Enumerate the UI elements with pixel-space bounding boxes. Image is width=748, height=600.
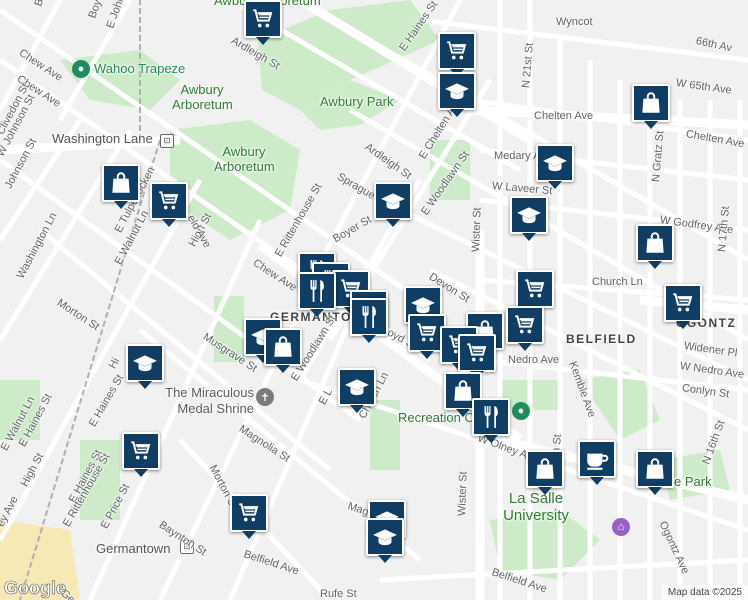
awbury-arboretum-label-2: Awbury Arboretum bbox=[172, 82, 233, 112]
germantown-station-label: Germantown bbox=[96, 541, 171, 556]
coffee-icon bbox=[584, 446, 610, 472]
marker-shopping-cart-icon[interactable] bbox=[150, 182, 188, 227]
marker-shopping-cart-icon[interactable] bbox=[458, 334, 496, 379]
marker-shopping-bag-icon[interactable] bbox=[102, 164, 140, 209]
la-salle-pin-icon[interactable]: ⌂ bbox=[612, 518, 630, 536]
marker-school-icon[interactable] bbox=[126, 344, 164, 389]
wahoo-trapeze-pin-icon[interactable]: ● bbox=[72, 60, 90, 78]
restaurant-icon bbox=[356, 304, 382, 330]
restaurant-icon bbox=[304, 278, 330, 304]
shopping-cart-icon bbox=[128, 438, 154, 464]
awbury-arboretum-label-3: Awbury Arboretum bbox=[214, 144, 275, 174]
marker-school-icon[interactable] bbox=[374, 182, 412, 227]
shopping-bag-icon bbox=[642, 456, 668, 482]
map-attribution[interactable]: Map data ©2025 bbox=[661, 585, 748, 600]
shopping-cart-icon bbox=[236, 500, 262, 526]
marker-shopping-cart-icon[interactable] bbox=[506, 306, 544, 351]
shopping-cart-icon bbox=[464, 340, 490, 366]
map-canvas[interactable]: ⊡ ⊡ ● ✝ ● ⌂ Awbury Arboretum Wahoo Trape… bbox=[0, 0, 748, 600]
marker-shopping-cart-icon[interactable] bbox=[230, 494, 268, 539]
shopping-bag-icon bbox=[532, 456, 558, 482]
park-partial-label: e Park bbox=[674, 474, 712, 489]
train-station-icon[interactable]: ⊡ bbox=[160, 134, 174, 148]
marker-shopping-bag-icon[interactable] bbox=[264, 328, 302, 373]
shopping-cart-icon bbox=[512, 312, 538, 338]
marker-shopping-bag-icon[interactable] bbox=[636, 224, 674, 269]
street-label: Wister St bbox=[456, 471, 470, 517]
park-area bbox=[60, 50, 180, 110]
marker-shopping-bag-icon[interactable] bbox=[632, 84, 670, 129]
street-label: Rufe St bbox=[320, 588, 357, 600]
marker-shopping-cart-icon[interactable] bbox=[664, 284, 702, 329]
street-label: Chelten Ave bbox=[534, 110, 594, 122]
school-icon bbox=[380, 188, 406, 214]
marker-shopping-bag-icon[interactable] bbox=[636, 450, 674, 495]
marker-shopping-bag-icon[interactable] bbox=[526, 450, 564, 495]
shopping-cart-icon bbox=[670, 290, 696, 316]
google-logo[interactable]: Google bbox=[4, 578, 67, 599]
marker-restaurant-icon[interactable] bbox=[350, 298, 388, 343]
shopping-cart-icon bbox=[250, 6, 276, 32]
shrine-pin-icon[interactable]: ✝ bbox=[256, 388, 274, 406]
street-label: Wister St bbox=[470, 207, 484, 253]
shopping-bag-icon bbox=[642, 230, 668, 256]
marker-shopping-cart-icon[interactable] bbox=[244, 0, 282, 45]
miraculous-medal-label[interactable]: The Miraculous Medal Shrine bbox=[156, 385, 254, 417]
awbury-park-label: Awbury Park bbox=[320, 94, 394, 109]
marker-shopping-cart-icon[interactable] bbox=[438, 32, 476, 77]
recreation-pin-icon[interactable]: ● bbox=[512, 402, 530, 420]
shopping-cart-icon bbox=[156, 188, 182, 214]
marker-school-icon[interactable] bbox=[536, 144, 574, 189]
marker-school-icon[interactable] bbox=[338, 368, 376, 413]
shopping-bag-icon bbox=[270, 334, 296, 360]
shopping-cart-icon bbox=[414, 320, 440, 346]
marker-restaurant-icon[interactable] bbox=[472, 398, 510, 443]
wahoo-trapeze-label[interactable]: Wahoo Trapeze bbox=[94, 61, 185, 76]
street-label: Nedro Ave bbox=[508, 354, 560, 366]
marker-school-icon[interactable] bbox=[438, 72, 476, 117]
la-salle-university-label[interactable]: La Salle University bbox=[496, 490, 576, 524]
marker-coffee-icon[interactable] bbox=[578, 440, 616, 485]
marker-shopping-cart-icon[interactable] bbox=[122, 432, 160, 477]
school-icon bbox=[344, 374, 370, 400]
school-icon bbox=[542, 150, 568, 176]
shopping-bag-icon bbox=[108, 170, 134, 196]
washington-lane-label: Washington Lane bbox=[52, 131, 153, 146]
marker-school-icon[interactable] bbox=[366, 518, 404, 563]
street-label: Church Ln bbox=[592, 276, 643, 288]
shopping-cart-icon bbox=[522, 276, 548, 302]
school-icon bbox=[516, 202, 542, 228]
marker-restaurant-icon[interactable] bbox=[298, 272, 336, 317]
belfield-neighborhood-label: BELFIELD bbox=[566, 332, 637, 346]
street-label: Wyncot bbox=[556, 16, 593, 28]
shopping-cart-icon bbox=[444, 38, 470, 64]
shopping-bag-icon bbox=[638, 90, 664, 116]
marker-school-icon[interactable] bbox=[510, 196, 548, 241]
school-icon bbox=[132, 350, 158, 376]
school-icon bbox=[372, 524, 398, 550]
restaurant-icon bbox=[478, 404, 504, 430]
school-icon bbox=[444, 78, 470, 104]
marker-shopping-cart-icon[interactable] bbox=[516, 270, 554, 315]
